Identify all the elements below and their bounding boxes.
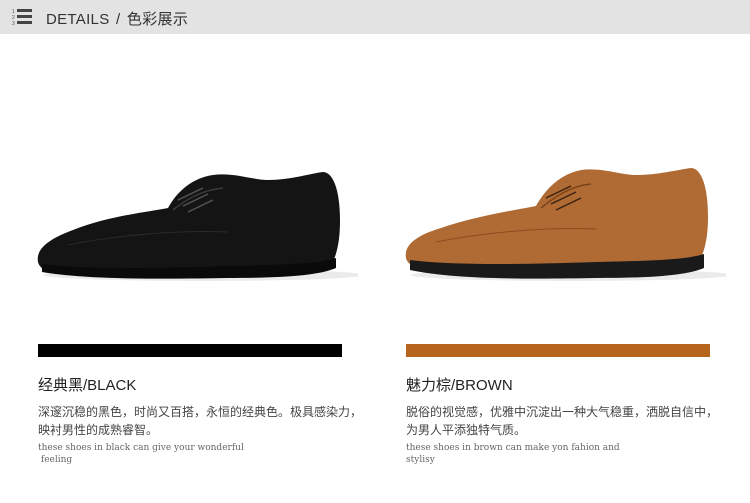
color-name: 魅力棕/BROWN xyxy=(406,377,513,394)
description-en-line: these shoes in black can give your wonde… xyxy=(38,443,244,453)
description-en-line: feeling xyxy=(38,455,73,465)
description-cn-line: 深邃沉稳的黑色，时尚又百搭，永恒的经典色。极具感染力， xyxy=(38,405,363,419)
description-cn-line: 脱俗的视觉感，优雅中沉淀出一种大气稳重，洒脱自信中， xyxy=(406,405,719,419)
black-shoe-image xyxy=(37,172,358,281)
svg-text:3: 3 xyxy=(12,21,15,26)
description-cn: 深邃沉稳的黑色，时尚又百搭，永恒的经典色。极具感染力， 映衬男性的成熟睿智。 xyxy=(38,403,368,439)
color-swatch-bar xyxy=(406,344,710,357)
product-brown: 魅力棕/BROWN 脱俗的视觉感，优雅中沉淀出一种大气稳重，洒脱自信中， 为男人… xyxy=(405,0,746,503)
description-cn-line: 映衬男性的成熟睿智。 xyxy=(38,423,159,437)
description-cn: 脱俗的视觉感，优雅中沉淀出一种大气稳重，洒脱自信中， 为男人平添独特气质。 xyxy=(406,403,736,439)
numbered-list-icon: 1 2 3 xyxy=(12,9,32,26)
color-name: 经典黑/BLACK xyxy=(38,377,137,394)
description-en-line: stylisy xyxy=(406,455,435,465)
description-en-line: these shoes in brown can make yon fahion… xyxy=(406,443,620,453)
description-en: these shoes in brown can make yon fahion… xyxy=(406,442,620,466)
brown-shoe-image xyxy=(405,168,726,281)
description-en: these shoes in black can give your wonde… xyxy=(38,442,244,466)
description-cn-line: 为男人平添独特气质。 xyxy=(406,423,527,437)
product-black: 经典黑/BLACK 深邃沉稳的黑色，时尚又百搭，永恒的经典色。极具感染力， 映衬… xyxy=(37,0,378,503)
color-swatch-bar xyxy=(38,344,342,357)
